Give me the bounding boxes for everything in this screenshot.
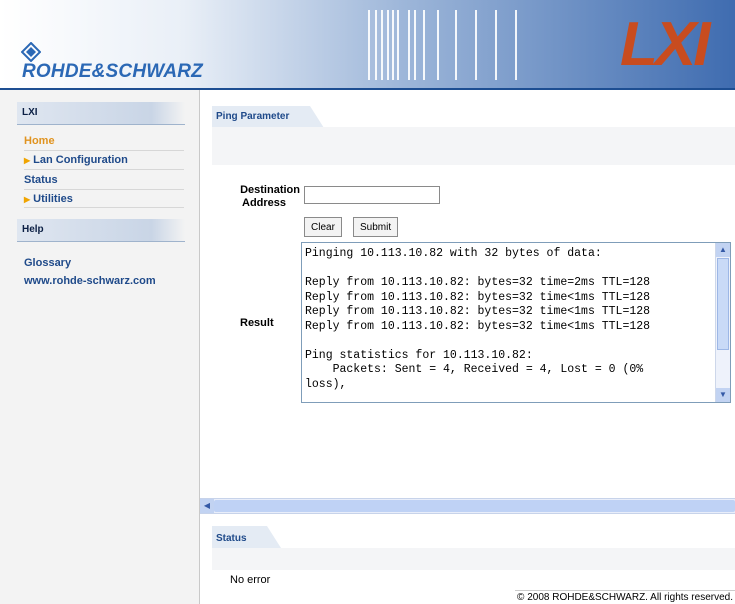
arrow-right-icon: ▶: [24, 195, 31, 204]
sidebar-item-utilities[interactable]: ▶ Utilities: [24, 193, 184, 205]
scrollbar-thumb[interactable]: [214, 500, 735, 512]
sidebar-item-home[interactable]: Home: [24, 135, 184, 147]
header-decoration-stripes: [368, 10, 517, 80]
sidebar-section-lxi: LXI: [17, 102, 185, 125]
sidebar-item-label: Home: [24, 135, 55, 147]
divider: [24, 169, 184, 170]
label-line: Address: [242, 197, 287, 209]
label-line: Destination: [240, 184, 300, 196]
divider: [24, 150, 184, 151]
divider: [24, 207, 184, 208]
sidebar-item-lan-configuration[interactable]: ▶ Lan Configuration: [24, 154, 184, 166]
sidebar-item-label: www.rohde-schwarz.com: [24, 275, 156, 287]
destination-address-label: Destination Address: [236, 184, 300, 210]
sidebar-item-website-link[interactable]: www.rohde-schwarz.com: [24, 275, 184, 287]
main-content: Ping Parameter Destination Address Clear…: [200, 90, 735, 604]
result-label: Result: [240, 317, 274, 329]
tab-ping-parameter: Ping Parameter: [216, 111, 290, 122]
sidebar: LXI Home ▶ Lan Configuration Status ▶ Util…: [0, 90, 200, 604]
panel-header-band: [212, 548, 735, 570]
company-logo: ROHDE&SCHWARZ: [22, 61, 203, 82]
tab-status: Status: [216, 533, 247, 544]
sidebar-item-label: Lan Configuration: [33, 154, 128, 166]
destination-address-input[interactable]: [304, 186, 440, 204]
page-horizontal-scrollbar[interactable]: ◀: [200, 498, 735, 514]
result-text: Pinging 10.113.10.82 with 32 bytes of da…: [305, 247, 651, 391]
arrow-right-icon: ▶: [24, 156, 31, 165]
copyright-footer: © 2008 ROHDE&SCHWARZ. All rights reserve…: [515, 590, 735, 604]
status-message: No error: [230, 574, 271, 586]
rohde-schwarz-logo-icon: [21, 42, 41, 62]
submit-button[interactable]: Submit: [353, 217, 399, 237]
result-vertical-scrollbar[interactable]: ▲ ▼: [715, 243, 730, 402]
scrollbar-thumb[interactable]: [717, 258, 729, 350]
divider: [24, 189, 184, 190]
sidebar-section-help: Help: [17, 219, 185, 242]
sidebar-item-label: Glossary: [24, 257, 72, 269]
scroll-up-icon[interactable]: ▲: [716, 243, 730, 257]
sidebar-item-glossary[interactable]: Glossary: [24, 257, 184, 269]
page-header: ROHDE&SCHWARZ LXI: [0, 0, 735, 88]
panel-header-band: [212, 127, 735, 165]
scroll-down-icon[interactable]: ▼: [716, 388, 730, 402]
sidebar-item-label: Utilities: [33, 193, 73, 205]
sidebar-item-status[interactable]: Status: [24, 174, 184, 186]
scroll-left-icon[interactable]: ◀: [200, 499, 214, 513]
result-textarea[interactable]: Pinging 10.113.10.82 with 32 bytes of da…: [301, 242, 731, 403]
lxi-logo: LXI: [620, 10, 710, 79]
sidebar-item-label: Status: [24, 174, 58, 186]
clear-button[interactable]: Clear: [304, 217, 342, 237]
